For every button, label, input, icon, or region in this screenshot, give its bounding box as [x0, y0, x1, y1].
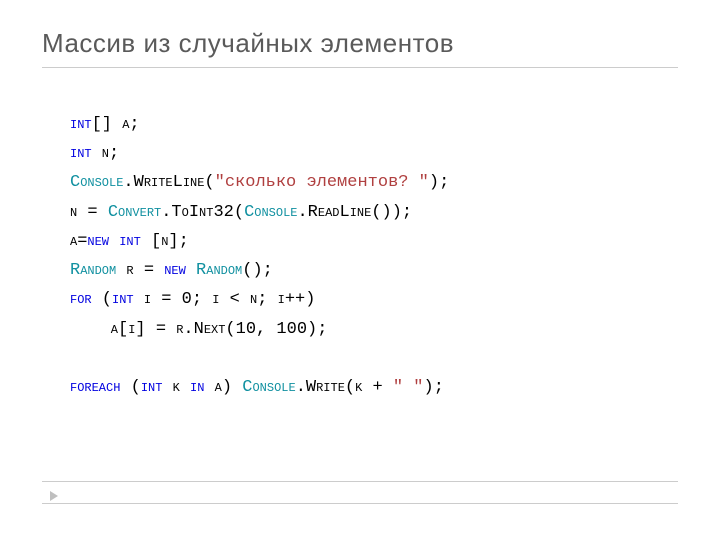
keyword: int	[112, 290, 134, 309]
code-text: );	[424, 378, 444, 397]
code-text: ();	[242, 261, 273, 280]
code-text: a)	[204, 378, 242, 397]
code-text: [] a;	[92, 115, 140, 134]
type: Random	[186, 261, 242, 280]
divider	[42, 503, 678, 504]
code-text: i = 0; i < n; i++)	[134, 290, 316, 309]
string-literal: " "	[393, 378, 424, 397]
code-text: );	[429, 173, 449, 192]
code-area: int[] a; int n; Console.WriteLine("сколь…	[42, 110, 678, 402]
type: Console	[242, 378, 295, 397]
keyword: new	[164, 261, 186, 280]
keyword: int	[70, 115, 92, 134]
code-text: [n];	[141, 232, 189, 251]
code-text: a[i] = r.Next(10, 100);	[70, 320, 327, 339]
code-text: .WriteLine(	[123, 173, 214, 192]
keyword: new	[87, 232, 109, 251]
code-block: int[] a; int n; Console.WriteLine("сколь…	[70, 110, 678, 402]
keyword: in	[190, 378, 204, 397]
slide-title: Массив из случайных элементов	[42, 28, 678, 68]
code-text: .ToInt32(	[161, 203, 244, 222]
keyword: int	[141, 378, 163, 397]
type: Random	[70, 261, 116, 280]
code-text: r =	[116, 261, 164, 280]
type: Console	[244, 203, 297, 222]
code-text: .ReadLine());	[297, 203, 412, 222]
slide: Массив из случайных элементов int[] a; i…	[0, 0, 720, 540]
type: Convert	[108, 203, 161, 222]
keyword: for	[70, 290, 92, 309]
bullet-icon	[50, 491, 58, 501]
keyword: foreach	[70, 378, 120, 397]
space	[109, 232, 119, 251]
code-text: (	[120, 378, 140, 397]
code-text: k	[162, 378, 190, 397]
code-text: .Write(k +	[296, 378, 393, 397]
keyword: int	[119, 232, 141, 251]
code-text: n =	[70, 203, 108, 222]
code-text: n;	[92, 144, 120, 163]
code-text: (	[92, 290, 112, 309]
code-text: a=	[70, 232, 87, 251]
string-literal: "сколько элементов? "	[215, 173, 429, 192]
keyword: int	[70, 144, 92, 163]
divider	[42, 481, 678, 482]
type: Console	[70, 173, 123, 192]
